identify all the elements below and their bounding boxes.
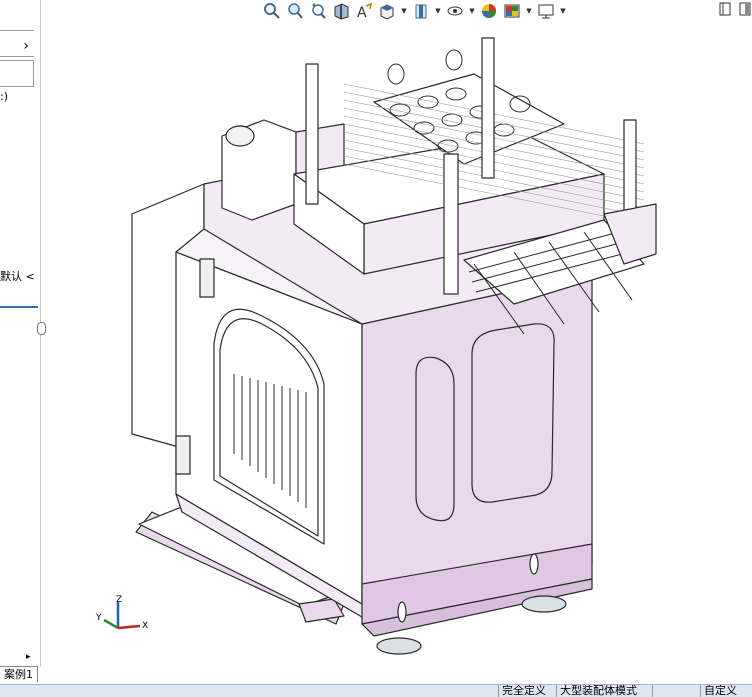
edit-appearance-button[interactable] bbox=[479, 1, 499, 21]
guide-pillar-1 bbox=[305, 63, 319, 205]
machine-model bbox=[131, 37, 657, 655]
lower-hinge bbox=[175, 435, 191, 475]
status-empty-cell bbox=[652, 685, 700, 697]
zoom-area-button[interactable] bbox=[285, 1, 305, 21]
heads-up-view-toolbar: A ▼ ▼ ▼ ▼ ▼ bbox=[262, 0, 567, 22]
upper-hinge bbox=[199, 258, 215, 298]
status-definition: 完全定义 bbox=[498, 685, 556, 697]
large-window bbox=[471, 323, 555, 503]
apply-scene-dropdown[interactable]: ▼ bbox=[525, 1, 533, 21]
panel-toggle-button[interactable] bbox=[737, 0, 752, 18]
graphics-area[interactable]: Z Y X bbox=[44, 24, 752, 664]
appearance-ball-icon bbox=[482, 4, 496, 18]
restore-icon bbox=[719, 2, 731, 16]
chevron-right-icon: › bbox=[23, 38, 29, 54]
view-orientation-dropdown[interactable]: ▼ bbox=[400, 1, 408, 21]
panel-divider bbox=[0, 56, 34, 57]
triad-x-label: X bbox=[142, 621, 148, 631]
dynamic-annotation-icon: A bbox=[357, 2, 373, 20]
dynamic-annotation-button[interactable]: A bbox=[354, 1, 374, 21]
property-input[interactable] bbox=[0, 60, 34, 87]
section-view-icon bbox=[334, 3, 349, 20]
section-view-button[interactable] bbox=[331, 1, 351, 21]
collapse-panel-button[interactable]: › bbox=[18, 38, 34, 54]
status-bar: 完全定义 大型装配体模式 自定义 bbox=[0, 684, 752, 697]
display-style-icon bbox=[415, 4, 427, 19]
foot-left bbox=[376, 637, 422, 655]
svg-text:A: A bbox=[357, 5, 367, 20]
foot-right bbox=[521, 595, 567, 613]
zoom-to-fit-button[interactable] bbox=[262, 1, 282, 21]
zoom-to-fit-icon bbox=[264, 3, 280, 19]
hide-show-items-dropdown[interactable]: ▼ bbox=[468, 1, 476, 21]
view-settings-dropdown[interactable]: ▼ bbox=[559, 1, 567, 21]
scroll-right-icon[interactable]: ▸ bbox=[26, 652, 31, 662]
feature-manager-panel: › :) 默认 < ▸ bbox=[0, 0, 41, 667]
view-settings-button[interactable] bbox=[536, 1, 556, 21]
hide-show-items-button[interactable] bbox=[445, 1, 465, 21]
zoom-area-icon bbox=[288, 3, 303, 19]
model-tab[interactable]: 案例1 bbox=[0, 666, 38, 682]
display-style-button[interactable] bbox=[411, 1, 431, 21]
view-orientation-icon bbox=[380, 4, 394, 20]
panel-accent-separator bbox=[0, 306, 38, 308]
panel-divider bbox=[0, 30, 34, 31]
panel-icon bbox=[739, 2, 751, 16]
monitor-icon bbox=[538, 4, 554, 19]
eye-icon bbox=[447, 6, 463, 16]
previous-view-icon bbox=[312, 3, 326, 19]
small-window bbox=[415, 356, 455, 522]
status-custom-units[interactable]: 自定义 bbox=[700, 685, 752, 697]
view-orientation-button[interactable] bbox=[377, 1, 397, 21]
panel-text-fragment: :) bbox=[0, 90, 8, 103]
restore-window-button[interactable] bbox=[717, 0, 733, 18]
reference-triad: Z Y X bbox=[95, 594, 156, 638]
triad-z-label: Z bbox=[116, 595, 122, 605]
triad-y-label: Y bbox=[96, 613, 102, 623]
panel-option-default[interactable]: 默认 < bbox=[0, 268, 35, 284]
display-style-dropdown[interactable]: ▼ bbox=[434, 1, 442, 21]
scene-icon bbox=[504, 4, 520, 18]
status-large-assembly-mode: 大型装配体模式 bbox=[556, 685, 652, 697]
apply-scene-button[interactable] bbox=[502, 1, 522, 21]
guide-pillar-2 bbox=[481, 37, 495, 179]
guide-pillar-3 bbox=[443, 153, 459, 295]
previous-view-button[interactable] bbox=[308, 1, 328, 21]
